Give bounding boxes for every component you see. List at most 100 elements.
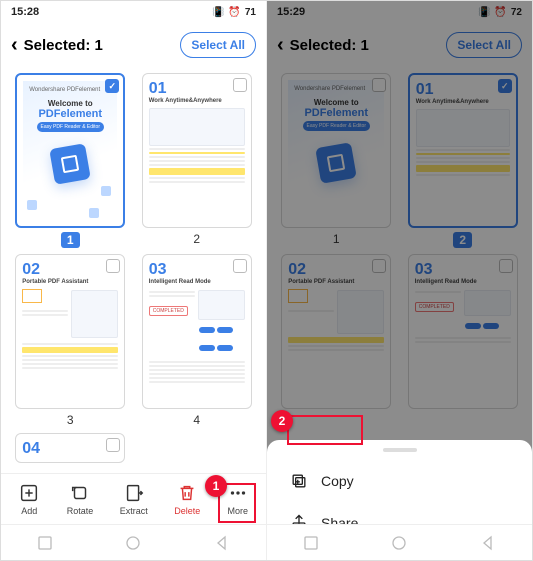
- add-label: Add: [21, 506, 37, 516]
- checkbox-icon[interactable]: [372, 259, 386, 273]
- page-heading-text: Portable PDF Assistant: [288, 279, 384, 285]
- page-number: 1: [61, 232, 80, 248]
- add-button[interactable]: Add: [18, 482, 40, 516]
- alarm-icon: ⏰: [494, 7, 506, 18]
- tagline: Easy PDF Reader & Editor: [37, 122, 104, 132]
- more-icon: [227, 482, 249, 504]
- phone-screenshot-left: 15:28 📳 ⏰ 71 ‹ Selected: 1 Select All Wo…: [1, 1, 267, 560]
- page-heading-text: Work Anytime&Anywhere: [416, 99, 510, 105]
- page-thumb-1[interactable]: Wondershare PDFelement Welcome to PDFele…: [11, 73, 130, 248]
- checkbox-icon[interactable]: [498, 79, 512, 93]
- welcome-text: Welcome to: [48, 99, 93, 108]
- battery-icon: 71: [245, 7, 256, 18]
- product-title: PDFelement: [38, 108, 102, 120]
- page-heading-text: Work Anytime&Anywhere: [149, 98, 245, 104]
- vibrate-icon: 📳: [478, 7, 490, 18]
- nav-home-icon[interactable]: [391, 535, 407, 551]
- product-title: PDFelement: [304, 107, 368, 119]
- select-all-button[interactable]: Select All: [180, 32, 256, 58]
- checkbox-icon[interactable]: [233, 78, 247, 92]
- page-thumb-5[interactable]: 04: [11, 433, 130, 463]
- page-number: 1: [333, 232, 340, 246]
- vibrate-icon: 📳: [212, 7, 224, 18]
- completed-badge: COMPLETED: [149, 306, 188, 316]
- page-thumb-3[interactable]: 02 Portable PDF Assistant 3: [11, 254, 130, 427]
- nav-home-icon[interactable]: [125, 535, 141, 551]
- page-number: 2: [193, 232, 200, 246]
- system-nav: [1, 524, 266, 560]
- checkbox-icon[interactable]: [233, 259, 247, 273]
- checkbox-icon[interactable]: [499, 259, 513, 273]
- add-icon: [18, 482, 40, 504]
- nav-recent-icon[interactable]: [303, 535, 319, 551]
- annotation-badge-2: 2: [271, 410, 293, 432]
- copy-label: Copy: [321, 473, 354, 489]
- select-all-button[interactable]: Select All: [446, 32, 522, 58]
- phone-screenshot-right: 15:29 📳 ⏰ 72 ‹ Selected: 1 Select All Wo…: [267, 1, 532, 560]
- page-thumb-4[interactable]: 03 Intelligent Read Mode COMPLETED: [138, 254, 257, 427]
- status-time: 15:28: [11, 6, 39, 18]
- page-thumb-2[interactable]: 01 Work Anytime&Anywhere 2: [138, 73, 257, 248]
- back-icon[interactable]: ‹: [11, 34, 18, 57]
- page-heading-number: 02: [288, 261, 384, 279]
- page-thumb-3[interactable]: 02 Portable PDF Assistant: [277, 254, 396, 409]
- page-heading-number: 03: [149, 261, 245, 279]
- tagline: Easy PDF Reader & Editor: [303, 121, 370, 131]
- page-heading-text: Intelligent Read Mode: [149, 279, 245, 285]
- page-title: Selected: 1: [290, 37, 441, 54]
- status-time: 15:29: [277, 6, 305, 18]
- extract-label: Extract: [120, 506, 148, 516]
- page-heading-number: 03: [415, 261, 511, 279]
- delete-button[interactable]: Delete: [174, 482, 200, 516]
- nav-back-icon[interactable]: [480, 535, 496, 551]
- page-heading-number: 01: [149, 80, 245, 98]
- nav-back-icon[interactable]: [214, 535, 230, 551]
- header: ‹ Selected: 1 Select All: [1, 23, 266, 67]
- header: ‹ Selected: 1 Select All: [267, 23, 532, 67]
- checkbox-icon[interactable]: [105, 79, 119, 93]
- extract-icon: [123, 482, 145, 504]
- page-number: 4: [193, 413, 200, 427]
- logo-text: Wondershare PDFelement: [294, 86, 365, 92]
- rotate-icon: [69, 482, 91, 504]
- page-thumb-4[interactable]: 03 Intelligent Read Mode COMPLETED: [404, 254, 523, 409]
- checkbox-icon[interactable]: [106, 438, 120, 452]
- extract-button[interactable]: Extract: [120, 482, 148, 516]
- page-heading-text: Intelligent Read Mode: [415, 279, 511, 285]
- system-nav: [267, 524, 532, 560]
- sheet-handle[interactable]: [383, 448, 417, 452]
- more-button[interactable]: More: [227, 482, 249, 516]
- app-cube-icon: [49, 143, 91, 185]
- completed-badge: COMPLETED: [415, 302, 454, 312]
- battery-icon: 72: [511, 7, 522, 18]
- page-number: 2: [453, 232, 472, 248]
- page-title: Selected: 1: [24, 37, 175, 54]
- annotation-badge-1: 1: [205, 475, 227, 497]
- welcome-text: Welcome to: [314, 98, 359, 107]
- page-heading-number: 04: [22, 440, 118, 458]
- alarm-icon: ⏰: [228, 7, 240, 18]
- checkbox-icon[interactable]: [106, 259, 120, 273]
- copy-icon: [289, 471, 309, 491]
- delete-label: Delete: [174, 506, 200, 516]
- rotate-button[interactable]: Rotate: [67, 482, 94, 516]
- page-heading-number: 02: [22, 261, 118, 279]
- page-thumb-1[interactable]: Wondershare PDFelement Welcome to PDFele…: [277, 73, 396, 248]
- status-bar: 15:29 📳 ⏰ 72: [267, 1, 532, 23]
- page-heading-text: Portable PDF Assistant: [22, 279, 118, 285]
- page-thumb-2[interactable]: 01 Work Anytime&Anywhere 2: [404, 73, 523, 248]
- rotate-label: Rotate: [67, 506, 94, 516]
- copy-item[interactable]: Copy: [267, 460, 532, 502]
- nav-recent-icon[interactable]: [37, 535, 53, 551]
- back-icon[interactable]: ‹: [277, 34, 284, 57]
- status-icons: 📳 ⏰ 71: [212, 7, 256, 18]
- page-heading-number: 01: [416, 81, 510, 99]
- checkbox-icon[interactable]: [372, 78, 386, 92]
- more-label: More: [227, 506, 248, 516]
- app-cube-icon: [315, 142, 357, 184]
- status-bar: 15:28 📳 ⏰ 71: [1, 1, 266, 23]
- page-grid: Wondershare PDFelement Welcome to PDFele…: [1, 67, 266, 473]
- page-number: 3: [67, 413, 74, 427]
- logo-text: Wondershare PDFelement: [29, 87, 100, 93]
- toolbar: Add Rotate Extract Delete More: [1, 473, 266, 524]
